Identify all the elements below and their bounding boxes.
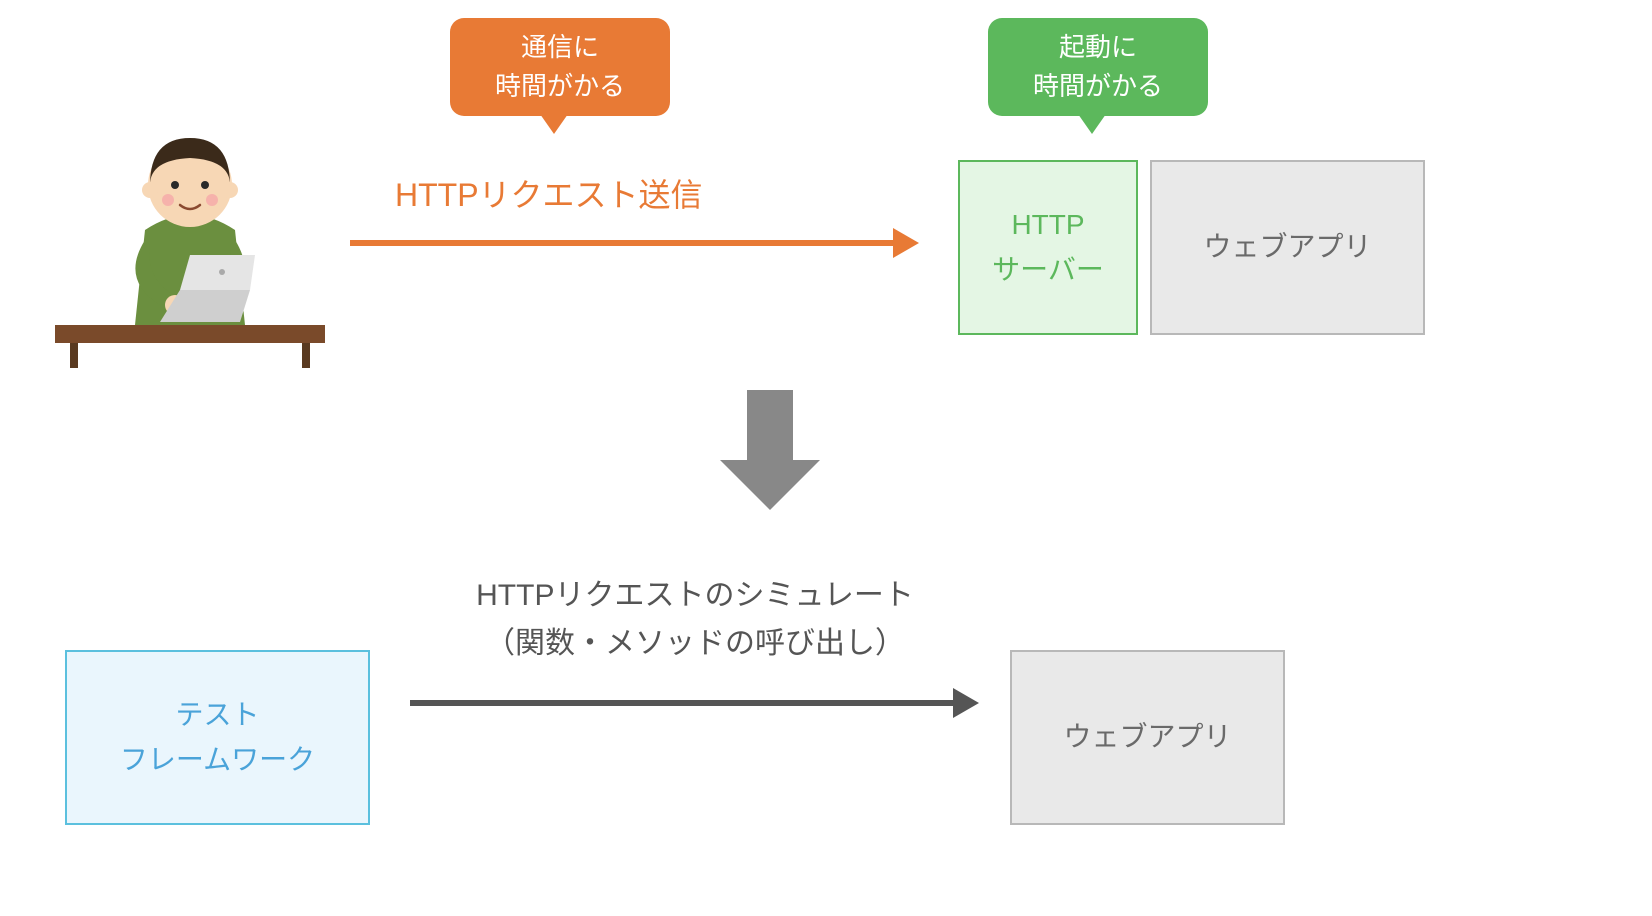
speech-bubble-tail <box>540 114 568 134</box>
simulate-label-line1: HTTPリクエストのシミュレート <box>410 572 980 620</box>
arrow-simulate-request <box>410 700 955 706</box>
simulate-label: HTTPリクエストのシミュレート （関数・メソッドの呼び出し） <box>410 572 980 668</box>
speech-bubble-communication-time: 通信に 時間がかる <box>450 18 670 116</box>
box-label: テスト フレームワーク <box>120 693 315 783</box>
box-label: ウェブアプリ <box>1063 715 1231 760</box>
user-illustration <box>50 90 330 370</box>
bubble-text: 通信に 時間がかる <box>495 28 625 106</box>
test-framework-box: テスト フレームワーク <box>65 650 370 825</box>
http-request-label: HTTPリクエスト送信 <box>395 170 703 216</box>
web-app-box-bottom: ウェブアプリ <box>1010 650 1285 825</box>
simulate-label-line2: （関数・メソッドの呼び出し） <box>410 620 980 668</box>
box-label: ウェブアプリ <box>1203 225 1371 270</box>
http-server-box: HTTP サーバー <box>958 160 1138 335</box>
arrow-http-request <box>350 240 895 246</box>
transition-down-arrow <box>720 390 820 510</box>
box-label: HTTP サーバー <box>992 203 1104 293</box>
speech-bubble-tail <box>1078 114 1106 134</box>
bubble-text: 起動に 時間がかる <box>1033 28 1163 106</box>
speech-bubble-boot-time: 起動に 時間がかる <box>988 18 1208 116</box>
web-app-box-top: ウェブアプリ <box>1150 160 1425 335</box>
